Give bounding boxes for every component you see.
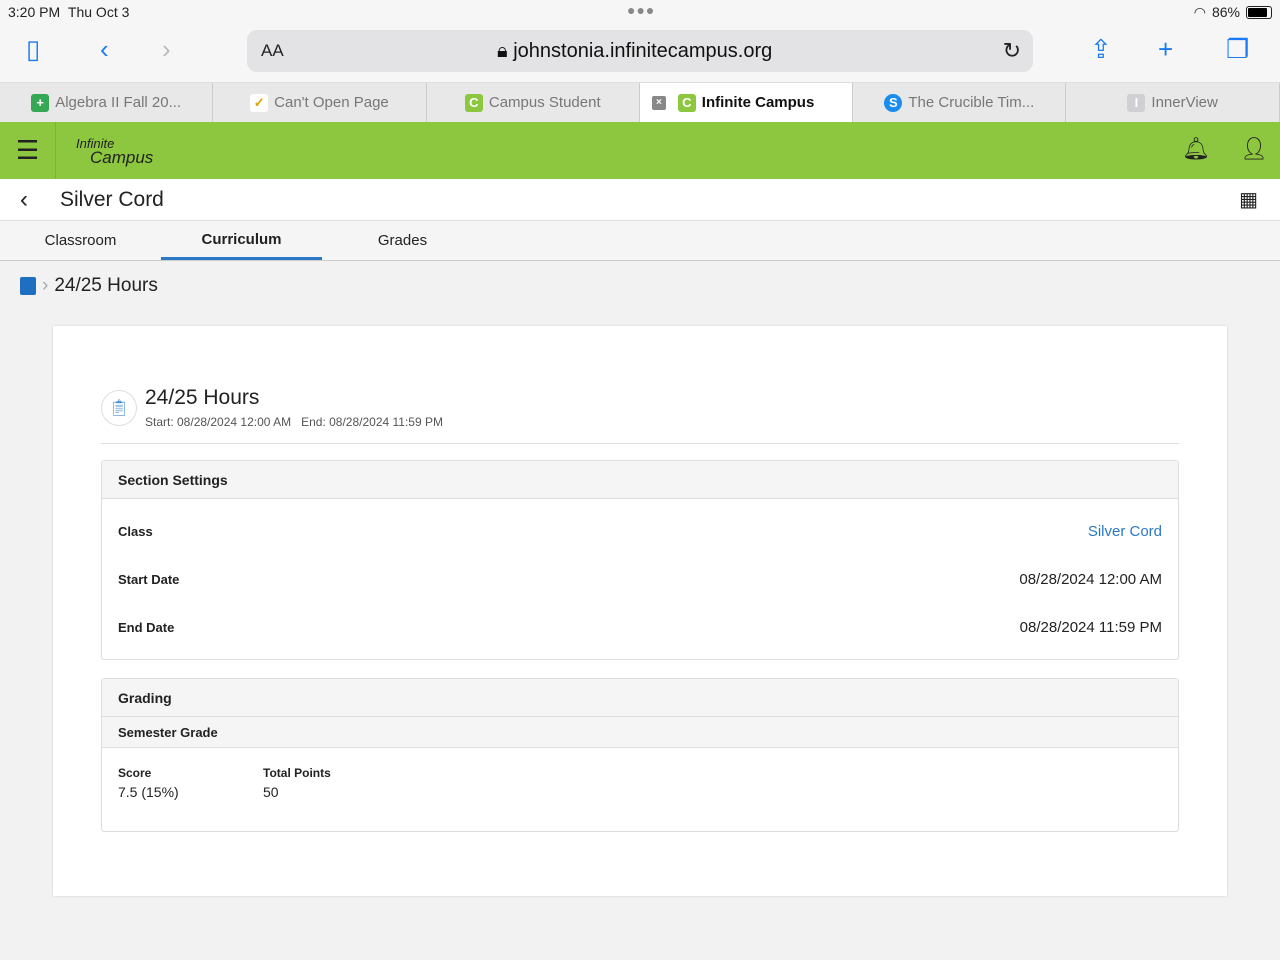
total-points-value: 50 bbox=[263, 784, 279, 800]
tab-label: Infinite Campus bbox=[701, 94, 815, 111]
browser-tab[interactable]: I InnerView bbox=[1066, 83, 1280, 122]
section-settings-panel: Section Settings Class Silver Cord Start … bbox=[101, 460, 1179, 660]
tab-classroom[interactable]: Classroom bbox=[0, 221, 161, 260]
more-dots-icon[interactable]: ●●● bbox=[627, 2, 655, 18]
sidebar-icon[interactable]: ▯ bbox=[26, 34, 40, 65]
menu-icon[interactable]: ☰ bbox=[0, 122, 56, 179]
page-title: Silver Cord bbox=[60, 187, 164, 211]
url-host: johnstonia.infinitecampus.org bbox=[513, 39, 773, 62]
battery-icon bbox=[1246, 5, 1272, 19]
class-link[interactable]: Silver Cord bbox=[1088, 523, 1162, 540]
browser-tab[interactable]: S The Crucible Tim... bbox=[853, 83, 1067, 122]
tabs-icon[interactable]: ❐ bbox=[1226, 34, 1249, 65]
browser-tab[interactable]: C Campus Student bbox=[427, 83, 640, 122]
assignment-dates: Start: 08/28/2024 12:00 AM End: 08/28/20… bbox=[145, 415, 443, 429]
close-tab-icon[interactable]: × bbox=[651, 95, 666, 110]
campus-icon: C bbox=[464, 93, 483, 112]
title-bar: ‹ Silver Cord ▦ bbox=[0, 179, 1280, 221]
start-date-row: Start Date 08/28/2024 12:00 AM bbox=[102, 555, 1178, 603]
score-value: 7.5 (15%) bbox=[118, 784, 179, 800]
logo-bottom: Campus bbox=[90, 147, 154, 167]
browser-toolbar: ▯ ‹ › AA 🔒︎ johnstonia.infinitecampus.or… bbox=[0, 24, 1280, 82]
row-label: Start Date bbox=[118, 571, 180, 587]
panel-heading: Section Settings bbox=[102, 461, 1178, 499]
tab-label: Algebra II Fall 20... bbox=[55, 94, 182, 111]
time: 3:20 PM bbox=[8, 4, 61, 20]
address-bar[interactable]: AA 🔒︎ johnstonia.infinitecampus.org ↻ bbox=[247, 30, 1033, 72]
schoology-icon: S bbox=[884, 93, 903, 112]
semester-grade-heading: Semester Grade bbox=[102, 717, 1178, 748]
end-date-row: End Date 08/28/2024 11:59 PM bbox=[102, 603, 1178, 651]
user-icon[interactable]: 👤︎ bbox=[1240, 136, 1268, 162]
browser-tab-active[interactable]: × C Infinite Campus bbox=[639, 83, 854, 122]
reader-button[interactable]: AA bbox=[261, 41, 284, 61]
wifi-icon: ◠ bbox=[1193, 3, 1206, 20]
status-bar: 3:20 PM Thu Oct 3 ●●● ◠ 86% bbox=[0, 0, 1280, 24]
lock-icon: 🔒︎ bbox=[497, 39, 508, 62]
row-value: 08/28/2024 11:59 PM bbox=[1019, 618, 1162, 636]
url-text: 🔒︎ johnstonia.infinitecampus.org bbox=[497, 40, 772, 63]
back-icon[interactable]: ‹ bbox=[100, 34, 109, 65]
innerview-icon: I bbox=[1127, 93, 1146, 112]
assignment-header: 📋︎ 24/25 Hours Start: 08/28/2024 12:00 A… bbox=[101, 386, 1179, 444]
tab-label: Can't Open Page bbox=[274, 94, 389, 111]
row-value: 08/28/2024 12:00 AM bbox=[1019, 570, 1162, 588]
tab-label: The Crucible Tim... bbox=[908, 94, 1035, 111]
check-icon: ✓ bbox=[250, 93, 269, 112]
chevron-right-icon: › bbox=[42, 275, 49, 296]
tab-bar: + Algebra II Fall 20... ✓ Can't Open Page … bbox=[0, 82, 1280, 122]
tab-curriculum[interactable]: Curriculum bbox=[161, 221, 322, 260]
battery-percent: 86% bbox=[1211, 4, 1240, 20]
row-label: End Date bbox=[118, 619, 175, 635]
share-icon[interactable]: ⇪ bbox=[1090, 34, 1112, 65]
breadcrumb: › 24/25 Hours bbox=[0, 261, 1280, 311]
score-label: Score bbox=[118, 766, 152, 780]
book-icon[interactable] bbox=[20, 277, 36, 295]
browser-tab[interactable]: + Algebra II Fall 20... bbox=[0, 83, 214, 122]
date: Thu Oct 3 bbox=[67, 4, 130, 20]
section-tabs: Classroom Curriculum Grades bbox=[0, 221, 1280, 261]
assignment-card: 📋︎ 24/25 Hours Start: 08/28/2024 12:00 A… bbox=[53, 326, 1227, 896]
calendar-icon[interactable]: ▦ bbox=[1239, 187, 1258, 212]
app-header: ☰ Infinite Campus 🔔︎ 👤︎ bbox=[0, 122, 1280, 179]
tab-label: InnerView bbox=[1151, 94, 1218, 111]
sheets-icon: + bbox=[31, 93, 50, 112]
tab-label: Campus Student bbox=[488, 94, 601, 111]
browser-tab[interactable]: ✓ Can't Open Page bbox=[213, 83, 427, 122]
grading-panel: Grading Semester Grade Score 7.5 (15%) To… bbox=[101, 678, 1179, 832]
breadcrumb-current: 24/25 Hours bbox=[54, 275, 158, 296]
total-points-label: Total Points bbox=[263, 766, 331, 780]
class-row: Class Silver Cord bbox=[102, 507, 1178, 555]
forward-icon[interactable]: › bbox=[162, 34, 171, 65]
tab-grades[interactable]: Grades bbox=[322, 221, 483, 260]
back-chevron-icon[interactable]: ‹ bbox=[20, 186, 60, 214]
clipboard-icon: 📋︎ bbox=[101, 390, 137, 426]
assignment-title: 24/25 Hours bbox=[145, 386, 260, 409]
bell-icon[interactable]: 🔔︎ bbox=[1182, 136, 1210, 162]
reload-icon[interactable]: ↻ bbox=[1003, 38, 1021, 64]
row-label: Class bbox=[118, 523, 153, 539]
campus-icon: C bbox=[677, 93, 696, 112]
infinite-campus-logo[interactable]: Infinite Campus bbox=[76, 136, 154, 167]
panel-heading: Grading bbox=[102, 679, 1178, 717]
new-tab-icon[interactable]: + bbox=[1158, 34, 1173, 65]
